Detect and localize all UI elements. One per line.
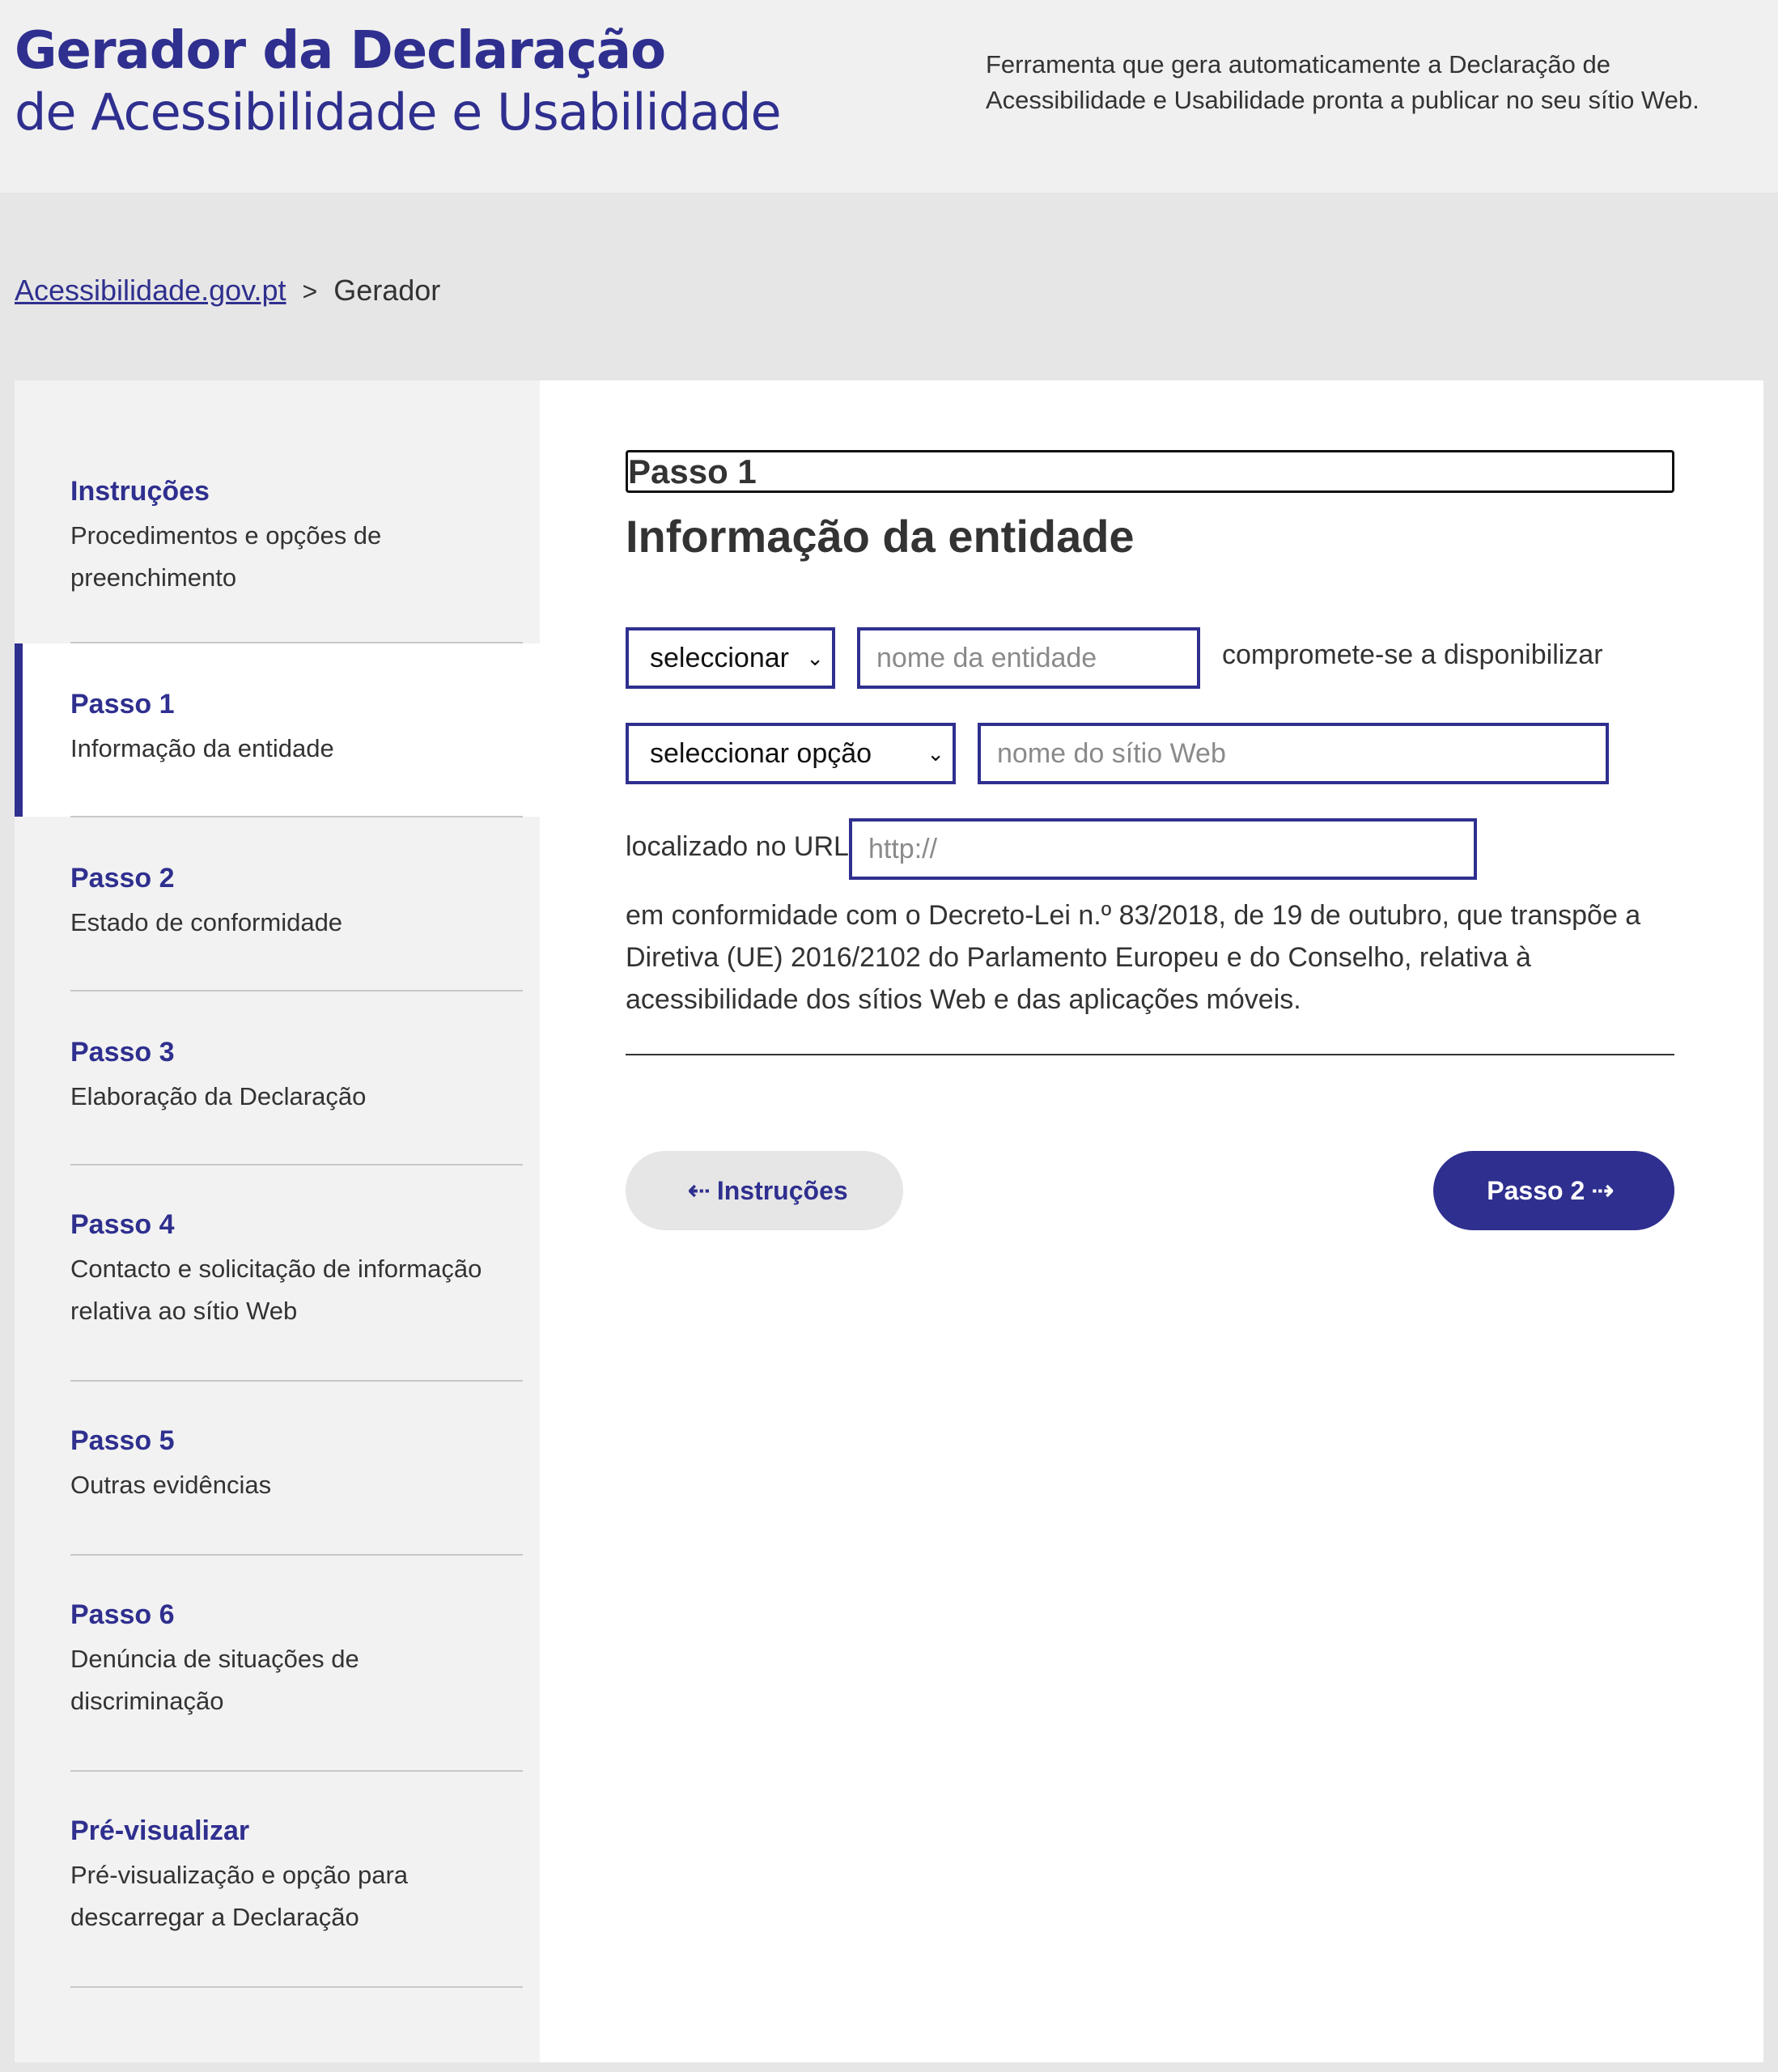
site-title-line1: Gerador da Declaração [15,21,666,81]
sidebar-item-title: Pré-visualizar [70,1815,250,1846]
option-select-value: seleccionar opção [650,738,872,769]
step-label: Passo 1 [626,450,1674,493]
sidebar-item-instrucoes[interactable]: Instruções Procedimentos e opções de pre… [15,380,540,643]
site-name-input[interactable]: nome do sítio Web [978,723,1609,784]
sidebar-item-desc: Contacto e solicitação de informação rel… [70,1255,482,1325]
sidebar-item-title: Passo 2 [70,863,175,894]
sidebar-item-title: Passo 3 [70,1037,175,1068]
site-title-line2: de Acessibilidade e Usabilidade [15,83,782,142]
commits-text: compromete-se a disponibilizar [1222,639,1603,670]
sidebar-item-desc: Informação da entidade [70,734,334,762]
breadcrumb-home-link[interactable]: Acessibilidade.gov.pt [15,274,286,307]
sidebar-item-title: Passo 6 [70,1599,175,1630]
breadcrumb: Acessibilidade.gov.pt > Gerador [15,274,440,308]
entity-name-input[interactable]: nome da entidade [857,627,1200,689]
sidebar-item-passo-1[interactable]: Passo 1 Informação da entidade [15,643,540,817]
chevron-down-icon: ⌄ [927,741,944,766]
next-button-label: Passo 2 [1487,1176,1585,1205]
sidebar-item-passo-3[interactable]: Passo 3 Elaboração da Declaração [15,991,540,1165]
sidebar-item-desc: Outras evidências [70,1471,272,1499]
site-tagline: Ferramenta que gera automaticamente a De… [986,50,1699,114]
sidebar-item-pre-visualizar[interactable]: Pré-visualizar Pré-visualização e opção … [15,1772,540,1987]
breadcrumb-current: Gerador [333,274,441,307]
sidebar-item-passo-5[interactable]: Passo 5 Outras evidências [15,1382,540,1555]
breadcrumb-separator: > [302,277,318,306]
back-instructions-button[interactable]: ⇠ Instruções [626,1151,903,1230]
sidebar-item-desc: Procedimentos e opções de preenchimento [70,521,382,592]
sidebar-item-title: Passo 5 [70,1425,175,1456]
compliance-text: em conformidade com o Decreto-Lei n.º 83… [626,900,1641,1015]
sidebar-item-passo-4[interactable]: Passo 4 Contacto e solicitação de inform… [15,1166,540,1381]
arrow-left-icon: ⇠ [687,1175,711,1206]
site-name-placeholder: nome do sítio Web [997,738,1226,769]
url-placeholder: http:// [868,834,938,864]
entity-type-select[interactable]: seleccionar ⌄ [626,627,835,689]
back-button-label: Instruções [716,1176,848,1205]
sidebar-item-passo-2[interactable]: Passo 2 Estado de conformidade [15,817,540,991]
sidebar-item-desc: Estado de conformidade [70,908,343,936]
sidebar-item-desc: Elaboração da Declaração [70,1082,367,1110]
entity-name-placeholder: nome da entidade [876,643,1097,673]
arrow-right-icon: ⇢ [1591,1175,1615,1206]
next-step-button[interactable]: Passo 2 ⇢ [1433,1151,1674,1230]
option-select[interactable]: seleccionar opção ⌄ [626,723,956,784]
entity-type-select-value: seleccionar [650,643,789,673]
sidebar-item-desc: Pré-visualização e opção para descarrega… [70,1861,409,1931]
divider [70,1986,523,1988]
url-input[interactable]: http:// [849,818,1477,880]
sidebar-item-desc: Denúncia de situações de discriminação [70,1645,359,1715]
section-title: Informação da entidade [626,511,1135,562]
site-header: Gerador da Declaração de Acessibilidade … [0,0,1778,193]
main-content: Passo 1 Informação da entidade seleccion… [540,380,1763,2062]
sidebar-item-title: Passo 1 [70,689,175,720]
sidebar-item-title: Instruções [70,476,210,507]
divider [626,1054,1674,1055]
chevron-down-icon: ⌄ [806,646,824,670]
sidebar-item-passo-6[interactable]: Passo 6 Denúncia de situações de discrim… [15,1556,540,1771]
located-label: localizado no URL [626,831,849,862]
sidebar-item-title: Passo 4 [70,1209,175,1240]
steps-sidebar: Instruções Procedimentos e opções de pre… [15,380,540,2062]
